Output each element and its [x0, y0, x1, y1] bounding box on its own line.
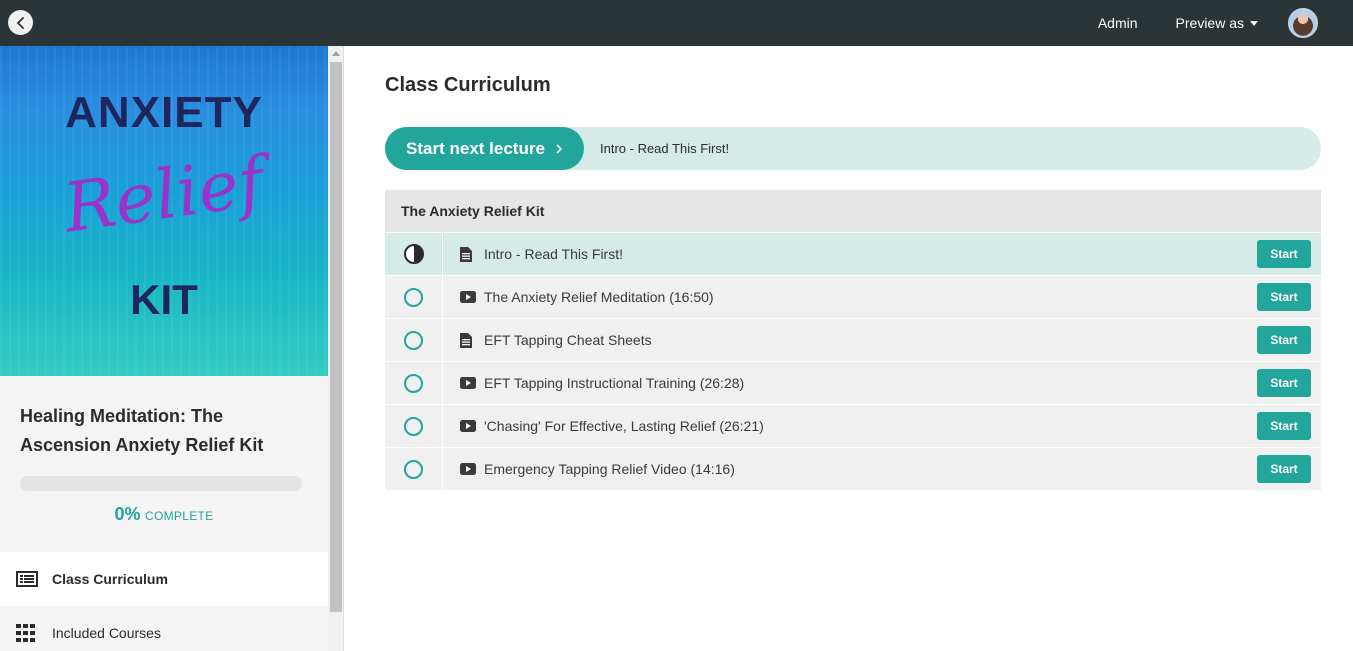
document-icon [460, 246, 478, 262]
next-lecture-bar: Start next lecture Intro - Read This Fir… [385, 127, 1321, 170]
empty-circle-icon [404, 416, 423, 436]
lecture-title: EFT Tapping Cheat Sheets [484, 332, 652, 348]
empty-circle-icon [404, 373, 423, 393]
sidebar-item-class-curriculum[interactable]: Class Curriculum [0, 552, 328, 606]
progress-percent: 0% [114, 504, 141, 524]
grid-icon [16, 624, 38, 642]
video-icon [460, 291, 478, 303]
chevron-right-icon [556, 143, 563, 154]
preview-as-dropdown[interactable]: Preview as [1176, 15, 1258, 31]
page-title: Class Curriculum [385, 74, 551, 96]
next-lecture-title: Intro - Read This First! [600, 141, 730, 156]
lecture-row[interactable]: Emergency Tapping Relief Video (14:16) S… [385, 447, 1321, 490]
chevron-left-icon [16, 16, 24, 29]
lecture-title: Emergency Tapping Relief Video (14:16) [484, 461, 735, 477]
lecture-title: The Anxiety Relief Meditation (16:50) [484, 289, 714, 305]
video-icon [460, 377, 478, 389]
sidebar-scrollbar[interactable] [328, 46, 344, 651]
course-title: Healing Meditation: The Ascension Anxiet… [20, 406, 264, 455]
curriculum-section: The Anxiety Relief Kit Intro - Read This… [385, 190, 1321, 490]
sidebar-item-label: Class Curriculum [52, 571, 168, 587]
empty-circle-icon [404, 287, 423, 307]
start-lecture-button[interactable]: Start [1257, 326, 1311, 354]
video-icon [460, 463, 478, 475]
video-icon [460, 420, 478, 432]
progress-text: 0% COMPLETE [20, 504, 308, 525]
back-button[interactable] [8, 10, 33, 35]
cover-text-relief: Relief [59, 142, 269, 249]
lecture-status [385, 362, 443, 404]
course-cover-image: ANXIETY Relief KIT [0, 46, 328, 376]
top-navbar: Admin Preview as [0, 0, 1353, 46]
start-next-lecture-label: Start next lecture [406, 138, 545, 158]
course-sidebar: ANXIETY Relief KIT Healing Meditation: T… [0, 46, 328, 651]
start-lecture-button[interactable]: Start [1257, 412, 1311, 440]
progress-label: COMPLETE [145, 509, 214, 523]
lecture-row[interactable]: EFT Tapping Cheat Sheets Start [385, 318, 1321, 361]
lecture-status [385, 319, 443, 361]
start-next-lecture-button[interactable]: Start next lecture [385, 127, 584, 170]
progress-bar [20, 476, 302, 491]
lecture-status [385, 233, 443, 275]
section-title: The Anxiety Relief Kit [385, 190, 1321, 232]
caret-down-icon [1250, 20, 1258, 26]
lecture-row[interactable]: The Anxiety Relief Meditation (16:50) St… [385, 275, 1321, 318]
user-avatar[interactable] [1288, 8, 1318, 38]
admin-link[interactable]: Admin [1098, 15, 1138, 31]
lecture-list: Intro - Read This First! Start The Anxie… [385, 232, 1321, 490]
lecture-status [385, 405, 443, 447]
cover-text-anxiety: ANXIETY [65, 88, 263, 137]
start-lecture-button[interactable]: Start [1257, 240, 1311, 268]
lecture-row[interactable]: Intro - Read This First! Start [385, 232, 1321, 275]
main-content: Class Curriculum Start next lecture Intr… [385, 46, 1321, 490]
course-info: Healing Meditation: The Ascension Anxiet… [0, 376, 328, 552]
lecture-status [385, 276, 443, 318]
cover-text-kit: KIT [130, 276, 198, 323]
document-icon [460, 332, 478, 348]
preview-as-label: Preview as [1175, 15, 1244, 31]
lecture-row[interactable]: EFT Tapping Instructional Training (26:2… [385, 361, 1321, 404]
start-lecture-button[interactable]: Start [1257, 283, 1311, 311]
empty-circle-icon [404, 330, 423, 350]
empty-circle-icon [404, 459, 423, 479]
sidebar-item-included-courses[interactable]: Included Courses [0, 606, 328, 651]
start-lecture-button[interactable]: Start [1257, 369, 1311, 397]
lecture-title: EFT Tapping Instructional Training (26:2… [484, 375, 745, 391]
list-icon [16, 570, 38, 588]
lecture-title: Intro - Read This First! [484, 246, 624, 262]
scroll-up-arrow-icon[interactable] [328, 46, 344, 60]
sidebar-item-label: Included Courses [52, 625, 161, 641]
half-circle-icon [403, 244, 424, 264]
scrollbar-thumb[interactable] [329, 62, 342, 612]
start-lecture-button[interactable]: Start [1257, 455, 1311, 483]
lecture-status [385, 448, 443, 490]
lecture-row[interactable]: 'Chasing' For Effective, Lasting Relief … [385, 404, 1321, 447]
lecture-title: 'Chasing' For Effective, Lasting Relief … [484, 418, 764, 434]
